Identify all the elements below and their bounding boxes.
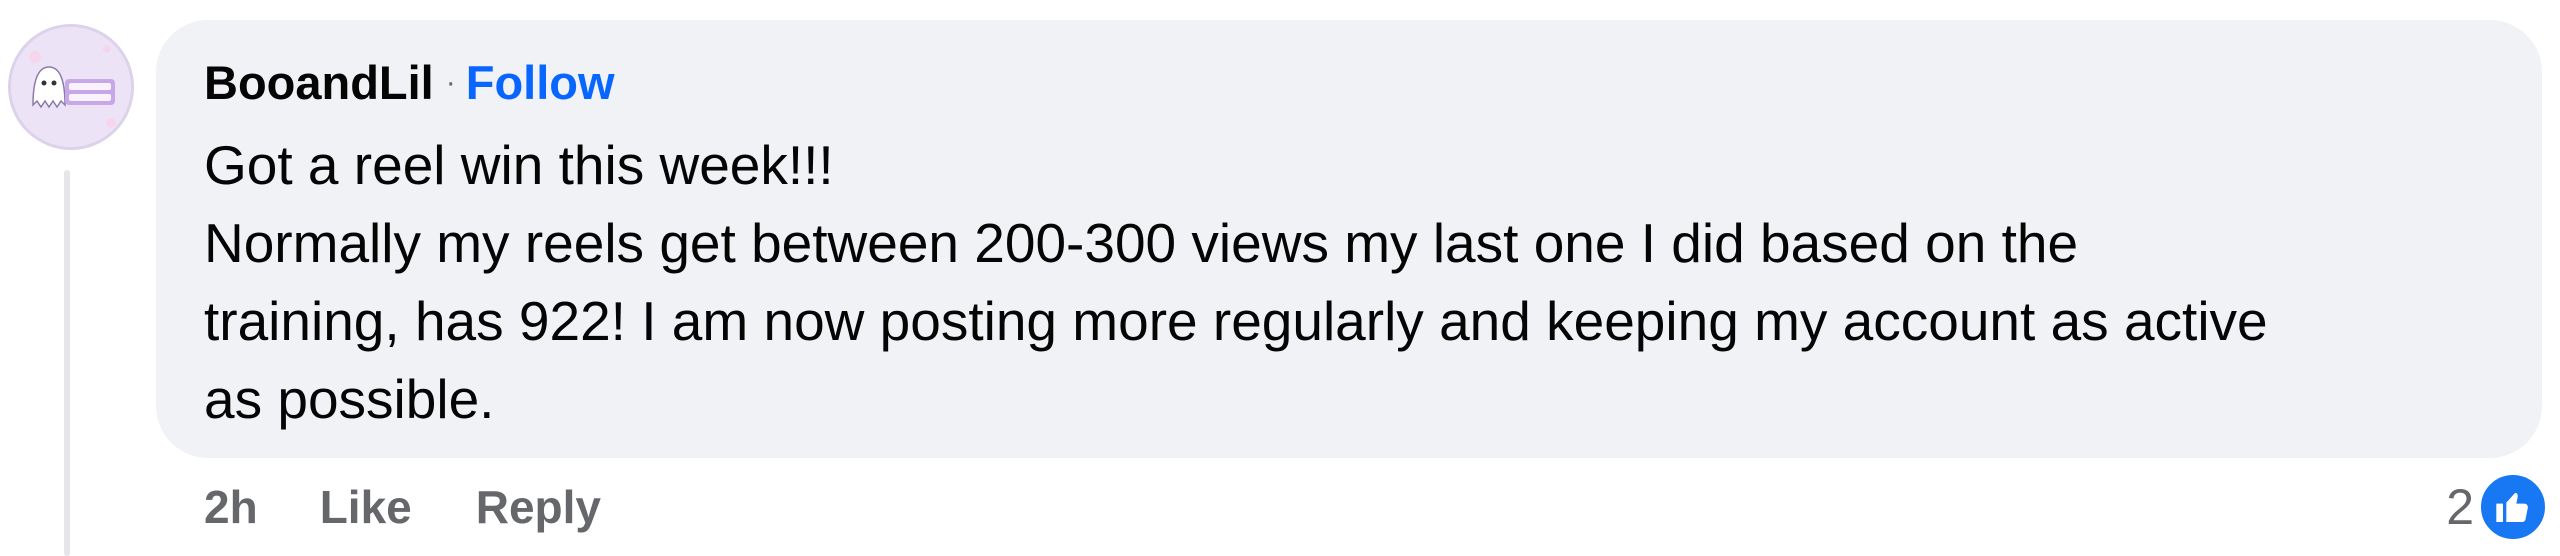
comment-actions: 2h Like Reply	[204, 472, 601, 542]
thumbs-up-icon	[2478, 472, 2548, 542]
comment-header: BooandLil · Follow	[204, 50, 2542, 116]
avatar[interactable]	[8, 24, 134, 150]
comment-timestamp[interactable]: 2h	[204, 480, 258, 534]
thread-line	[64, 170, 70, 556]
comment-body: Got a reel win this week!!! Normally my …	[204, 126, 2504, 438]
reactions-summary[interactable]: 2	[2446, 470, 2548, 544]
comment-bubble: BooandLil · Follow Got a reel win this w…	[156, 20, 2542, 458]
reply-button[interactable]: Reply	[476, 480, 601, 534]
comment-body-line: as possible.	[204, 368, 495, 430]
comment-body-line: Got a reel win this week!!!	[204, 134, 834, 196]
follow-button[interactable]: Follow	[466, 50, 615, 116]
like-button[interactable]: Like	[320, 480, 412, 534]
comment-author[interactable]: BooandLil	[204, 50, 434, 116]
comment-body-line: training, has 922! I am now posting more…	[204, 290, 2268, 352]
ghost-logo-icon	[11, 27, 131, 147]
separator-dot: ·	[445, 66, 456, 99]
comment-body-line: Normally my reels get between 200-300 vi…	[204, 212, 2079, 274]
reaction-count: 2	[2446, 479, 2474, 535]
